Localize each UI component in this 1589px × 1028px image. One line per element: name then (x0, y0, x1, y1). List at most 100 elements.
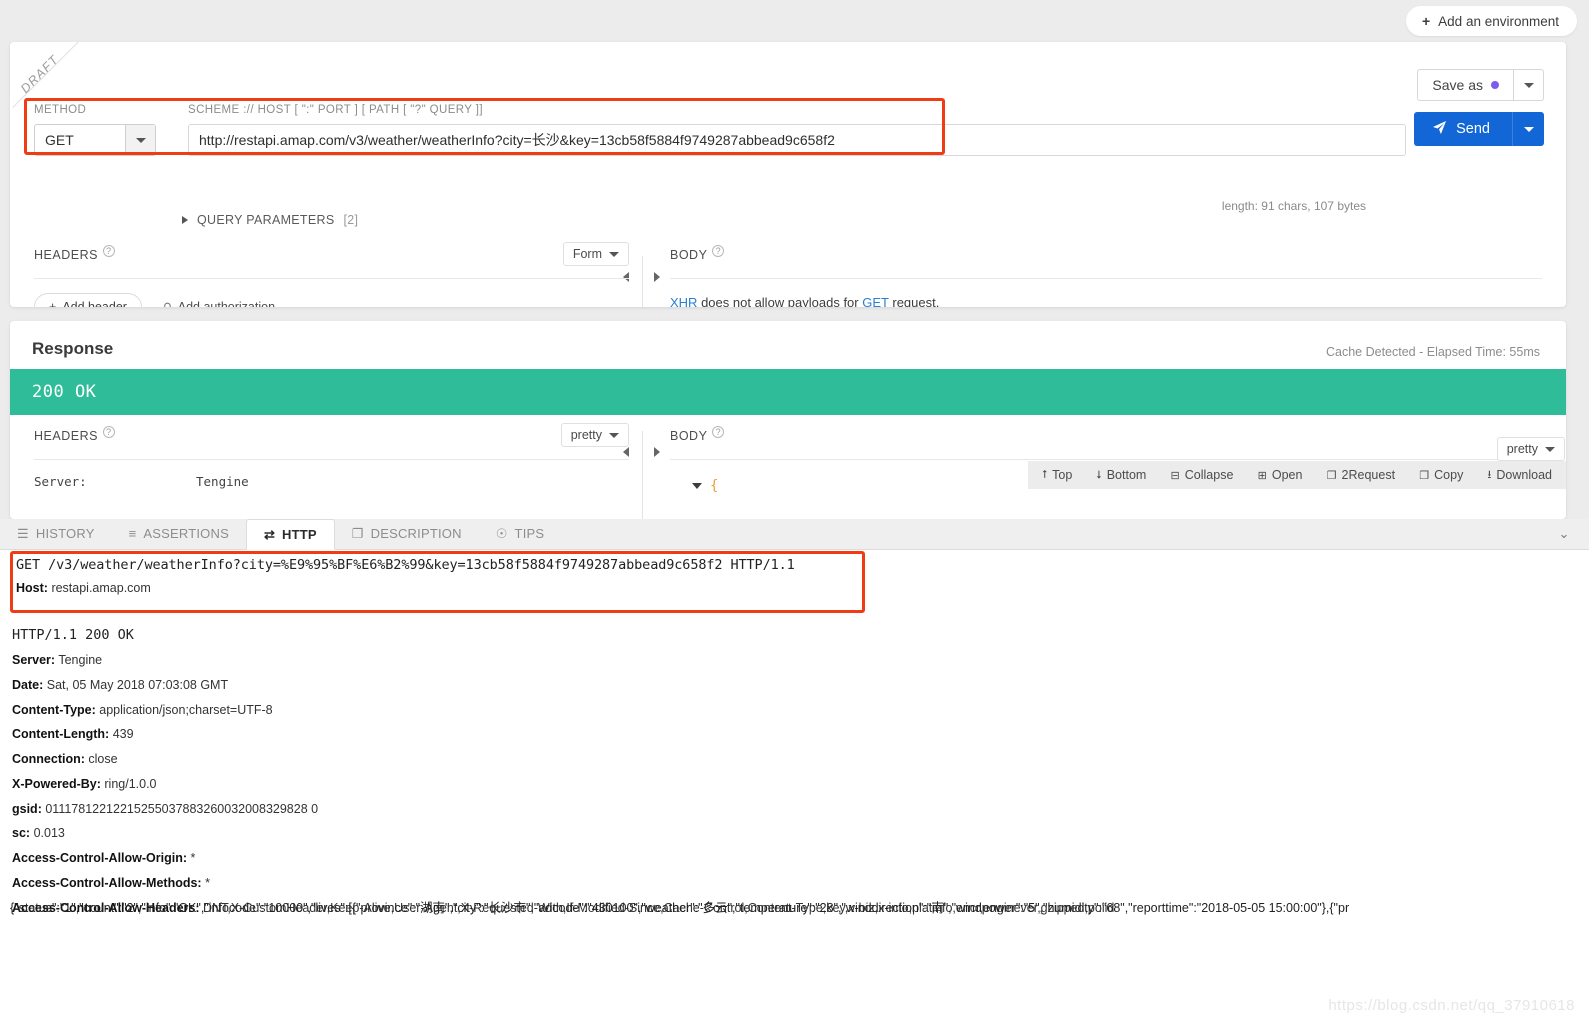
divider (670, 459, 1542, 460)
header-key: Content-Length: (12, 727, 110, 742)
get-link[interactable]: GET (862, 295, 889, 307)
response-body-format-select[interactable]: pretty (1496, 437, 1565, 461)
divider (34, 278, 629, 279)
app-root: + Add an environment DRAFT Save as METHO… (0, 0, 1589, 1028)
divider (34, 459, 629, 460)
response-headers-format-value: pretty (570, 428, 602, 442)
response-json-body: {"status":"1","count":"2","info":"OK","i… (10, 901, 1350, 915)
stack-icon: ≡ (128, 526, 137, 541)
method-dropdown-button[interactable] (125, 125, 155, 155)
tab-description[interactable]: ❐ DESCRIPTION (335, 518, 479, 549)
toolbar-copy-button[interactable]: ❐ Copy (1419, 468, 1463, 482)
header-key: X-Powered-By: (12, 776, 101, 791)
bottom-panel: ☰ HISTORY ≡ ASSERTIONS ⇄ HTTP ❐ DESCRIPT… (0, 519, 1589, 1028)
arrow-down-circle-icon: ⭣ (1096, 468, 1102, 481)
chevron-down-icon (609, 251, 619, 257)
add-environment-label: Add an environment (1438, 13, 1559, 29)
add-authorization-button[interactable]: ⚲ Add authorization (158, 299, 275, 307)
chevron-down-icon (1523, 126, 1534, 132)
toolbar-open-label: Open (1271, 468, 1303, 482)
header-value: 01117812212215255037883260032008329828 0 (45, 801, 319, 816)
toolbar-bottom-button[interactable]: ⭣ Bottom (1097, 468, 1147, 482)
open-icon: ⊞ (1257, 469, 1267, 482)
response-headers-format-select[interactable]: pretty (560, 423, 629, 447)
tab-assertions[interactable]: ≡ ASSERTIONS (112, 518, 246, 549)
toolbar-2request-label: 2Request (1341, 468, 1396, 482)
request-body-label: BODY (670, 248, 708, 262)
header-value: close (88, 752, 118, 766)
request-card: DRAFT Save as METHOD GET SCHEME :// HOST… (10, 42, 1566, 307)
pane-divider (642, 256, 643, 307)
help-icon[interactable]: ? (102, 245, 115, 257)
response-headers-title-group: HEADERS ? (34, 426, 115, 443)
header-key: Content-Type: (12, 702, 96, 717)
header-value: 439 (112, 727, 134, 742)
http-response-block: HTTP/1.1 200 OK Server: Tengine Date: Sa… (12, 627, 1552, 915)
method-select[interactable]: GET (34, 124, 156, 156)
url-length-note: length: 91 chars, 107 bytes (1221, 199, 1366, 213)
help-icon[interactable]: ? (712, 426, 725, 438)
request-headers-actions: + Add header ⚲ Add authorization (34, 293, 629, 307)
exchange-icon: ⇄ (263, 526, 276, 542)
save-as-button[interactable]: Save as (1417, 69, 1514, 101)
xhr-link[interactable]: XHR (670, 295, 697, 307)
toolbar-open-button[interactable]: ⊞ Open (1258, 468, 1303, 482)
pane-divider (642, 431, 643, 519)
chevron-down-icon[interactable] (692, 483, 702, 489)
save-as-dropdown-button[interactable] (1514, 69, 1544, 101)
tab-history[interactable]: ☰ HISTORY (0, 518, 112, 549)
add-environment-button[interactable]: + Add an environment (1405, 6, 1577, 36)
toolbar-download-label: Download (1496, 468, 1552, 482)
send-dropdown-button[interactable] (1512, 112, 1544, 146)
http-host-value: restapi.amap.com (51, 581, 151, 595)
plus-icon: + (1421, 13, 1431, 29)
help-icon[interactable]: ? (712, 245, 725, 257)
http-request-block: GET /v3/weather/weatherInfo?city=%E9%95%… (16, 557, 856, 595)
chevron-down-icon (1523, 82, 1534, 88)
top-bar: + Add an environment (0, 0, 1589, 42)
response-body-title-group: BODY ? (670, 426, 725, 443)
tab-assertions-label: ASSERTIONS (143, 526, 229, 541)
pane-expand-right-icon[interactable] (654, 272, 660, 282)
toolbar-collapse-button[interactable]: ⊟ Collapse (1171, 468, 1234, 482)
toolbar-bottom-label: Bottom (1106, 468, 1147, 482)
send-plane-icon (1432, 120, 1447, 139)
save-as-group: Save as (1417, 69, 1544, 101)
watermark: https://blog.csdn.net/qq_37910618 (1328, 997, 1575, 1014)
header-key: Server: (12, 653, 56, 667)
url-input[interactable]: http://restapi.amap.com/v3/weather/weath… (188, 124, 1406, 156)
add-header-button[interactable]: + Add header (34, 293, 142, 307)
pane-expand-right-icon[interactable] (654, 447, 660, 457)
toolbar-copy-label: Copy (1434, 468, 1464, 482)
chevron-down-icon (609, 432, 619, 438)
query-parameters-toggle[interactable]: QUERY PARAMETERS [2] (182, 213, 358, 227)
send-button[interactable]: Send (1414, 112, 1512, 146)
method-value: GET (45, 132, 74, 148)
request-headers-format-select[interactable]: Form (562, 242, 629, 266)
unsaved-dot-icon (1491, 81, 1499, 89)
toolbar-download-button[interactable]: ⭳ Download (1488, 466, 1552, 485)
toolbar-2request-button[interactable]: ❐ 2Request (1327, 468, 1395, 482)
list-icon: ☰ (17, 525, 29, 541)
toolbar-top-button[interactable]: ⭡ Top (1042, 468, 1072, 482)
header-key: Date: (12, 677, 44, 692)
panel-collapse-button[interactable]: ⌄ (1553, 524, 1575, 544)
body-note-suffix: request. (892, 295, 940, 307)
request-headers-pane: HEADERS ? Form + Add header ⚲ Add author… (34, 242, 629, 307)
header-value: 0.013 (33, 826, 65, 841)
tab-http[interactable]: ⇄ HTTP (245, 519, 335, 550)
help-icon[interactable]: ? (102, 426, 115, 438)
method-column: METHOD GET (34, 104, 164, 156)
response-header-key: Server: (34, 474, 87, 489)
header-value: Sat, 05 May 2018 07:03:08 GMT (46, 677, 229, 692)
request-body-note: XHR does not allow payloads for GET requ… (670, 295, 1542, 307)
http-host-row: Host: restapi.amap.com (16, 581, 856, 595)
http-response-status-line: HTTP/1.1 200 OK (12, 627, 134, 643)
response-header-row: gsid: 0111781221221525503788326003200832… (12, 801, 1552, 817)
tab-tips[interactable]: ☉ TIPS (479, 518, 562, 549)
response-headers-pane: HEADERS ? pretty Server: Tengine (34, 423, 629, 489)
response-header-row: Content-Type: application/json;charset=U… (12, 702, 1552, 718)
request-headers-label: HEADERS (34, 248, 98, 262)
tab-history-label: HISTORY (35, 526, 95, 541)
response-header-row: sc: 0.013 (12, 826, 1552, 841)
